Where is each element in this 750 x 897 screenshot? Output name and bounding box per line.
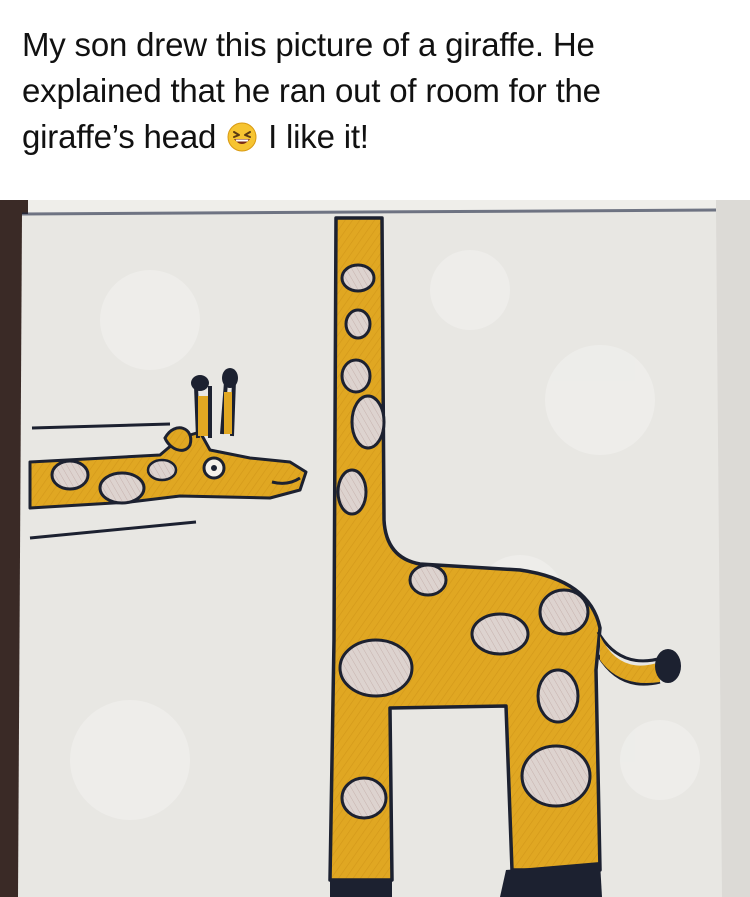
post-caption: My son drew this picture of a giraffe. H… (22, 22, 722, 160)
caption-text-part2: I like it! (268, 118, 369, 155)
right-edge (716, 200, 750, 897)
meme-post: My son drew this picture of a giraffe. H… (0, 0, 750, 897)
giraffe-drawing-photo (0, 200, 750, 897)
grinning-squinting-face-icon (227, 118, 257, 152)
giraffe-drawing (0, 200, 750, 897)
